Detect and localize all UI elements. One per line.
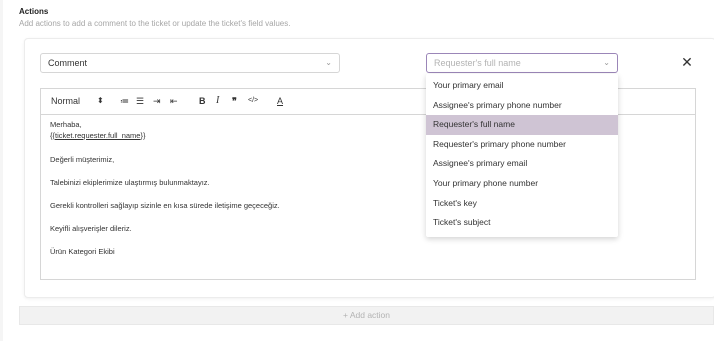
placeholder-token: ticket.requester.full_name [55, 131, 141, 140]
ordered-list-icon[interactable]: ≔ [120, 94, 129, 108]
italic-icon[interactable]: I [216, 94, 219, 108]
placeholder-field-value: Requester's full name [434, 58, 521, 68]
editor-line-placeholder: {{ticket.requester.full_name}} [50, 131, 146, 141]
placeholder-close-braces: }} [140, 131, 146, 140]
text-color-icon[interactable]: A [277, 94, 283, 108]
placeholder-field-select[interactable]: Requester's full name ⌄ [426, 53, 618, 73]
editor-line: Merhaba, [50, 120, 82, 129]
left-edge-strip [0, 0, 3, 341]
action-type-select[interactable]: Comment ⌄ [40, 53, 340, 73]
text-style-select[interactable]: Normal [51, 94, 80, 108]
section-description: Add actions to add a comment to the tick… [19, 19, 291, 28]
dropdown-item-assignee-primary-phone[interactable]: Assignee's primary phone number [426, 96, 618, 116]
style-chevron-icon[interactable]: ⬍ [97, 94, 104, 108]
action-type-value: Comment [48, 58, 88, 68]
close-icon[interactable]: ✕ [680, 54, 694, 70]
editor-line: Ürün Kategori Ekibi [50, 247, 115, 256]
dropdown-item-your-primary-phone[interactable]: Your primary phone number [426, 174, 618, 194]
bold-icon[interactable]: B [199, 94, 206, 108]
indent-icon[interactable]: ⇥ [153, 94, 161, 108]
field-dropdown-menu: Your primary email Assignee's primary ph… [426, 74, 618, 237]
dropdown-item-assignee-primary-email[interactable]: Assignee's primary email [426, 154, 618, 174]
editor-line: Keyifli alışverişler dileriz. [50, 224, 132, 233]
section-title: Actions [19, 7, 49, 16]
dropdown-item-your-primary-email[interactable]: Your primary email [426, 76, 618, 96]
editor-line: Talebinizi ekiplerimize ulaştırmış bulun… [50, 178, 210, 187]
chevron-down-icon: ⌄ [603, 58, 610, 67]
quote-icon[interactable]: ❞ [232, 94, 237, 108]
chevron-down-icon: ⌄ [325, 58, 332, 67]
dropdown-item-ticket-subject[interactable]: Ticket's subject [426, 213, 618, 233]
code-icon[interactable]: </> [248, 94, 258, 108]
dropdown-item-requester-full-name[interactable]: Requester's full name [426, 115, 618, 135]
outdent-icon[interactable]: ⇤ [170, 94, 178, 108]
editor-line: Değerli müşterimiz, [50, 155, 115, 164]
add-action-button[interactable]: + Add action [19, 306, 714, 325]
dropdown-item-ticket-key[interactable]: Ticket's key [426, 194, 618, 214]
editor-line: Gerekli kontrolleri sağlayıp sizinle en … [50, 201, 280, 210]
dropdown-item-requester-primary-phone[interactable]: Requester's primary phone number [426, 135, 618, 155]
bullet-list-icon[interactable]: ☰ [136, 94, 144, 108]
